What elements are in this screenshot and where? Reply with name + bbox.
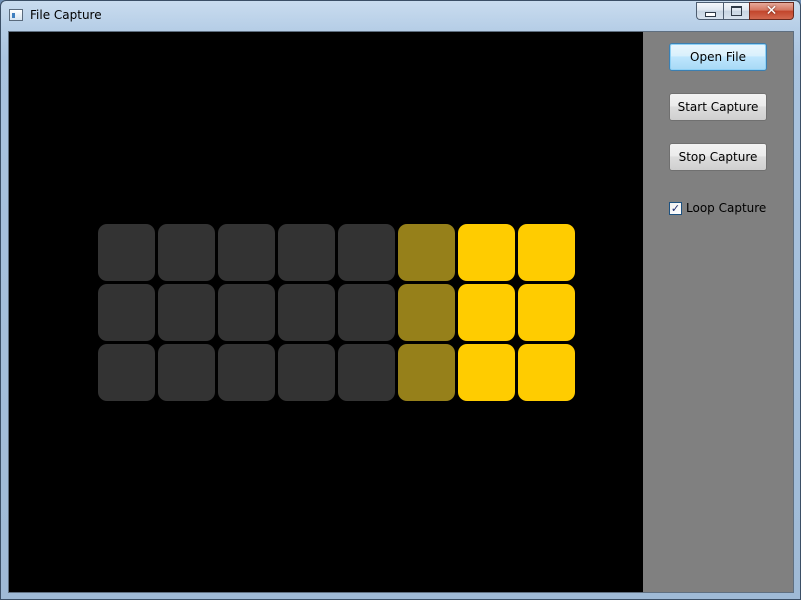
stop-capture-button[interactable]: Stop Capture bbox=[669, 143, 767, 171]
grid-cell-off bbox=[98, 344, 155, 401]
grid-cell-lit bbox=[458, 284, 515, 341]
grid-cell-off bbox=[158, 284, 215, 341]
title-bar[interactable]: File Capture ✕ bbox=[1, 1, 800, 31]
minimize-button[interactable] bbox=[696, 2, 723, 20]
grid-cell-lit bbox=[458, 344, 515, 401]
close-button[interactable]: ✕ bbox=[749, 2, 794, 20]
close-icon: ✕ bbox=[765, 3, 778, 19]
open-file-button[interactable]: Open File bbox=[669, 43, 767, 71]
app-window: File Capture ✕ Open File Start Capture S… bbox=[0, 0, 801, 600]
grid-cell-off bbox=[278, 284, 335, 341]
loop-capture-label[interactable]: Loop Capture bbox=[686, 201, 766, 215]
grid-cell-off bbox=[218, 224, 275, 281]
maximize-button[interactable] bbox=[723, 2, 749, 20]
capture-grid bbox=[98, 224, 575, 401]
grid-cell-dim bbox=[398, 284, 455, 341]
grid-cell-lit bbox=[518, 284, 575, 341]
start-capture-button[interactable]: Start Capture bbox=[669, 93, 767, 121]
client-area: Open File Start Capture Stop Capture ✓ L… bbox=[8, 31, 794, 593]
grid-cell-off bbox=[278, 344, 335, 401]
caption-buttons: ✕ bbox=[696, 2, 794, 22]
grid-cell-off bbox=[158, 344, 215, 401]
window-title: File Capture bbox=[30, 8, 102, 22]
grid-cell-lit bbox=[518, 224, 575, 281]
grid-cell-off bbox=[338, 284, 395, 341]
grid-cell-off bbox=[98, 224, 155, 281]
grid-cell-dim bbox=[398, 344, 455, 401]
app-icon[interactable] bbox=[9, 9, 23, 21]
grid-cell-lit bbox=[458, 224, 515, 281]
grid-cell-dim bbox=[398, 224, 455, 281]
grid-cell-lit bbox=[518, 344, 575, 401]
grid-cell-off bbox=[218, 284, 275, 341]
capture-display bbox=[9, 32, 643, 592]
grid-cell-off bbox=[218, 344, 275, 401]
grid-cell-off bbox=[278, 224, 335, 281]
grid-cell-off bbox=[158, 224, 215, 281]
loop-capture-checkbox[interactable]: ✓ Loop Capture bbox=[669, 201, 766, 215]
grid-cell-off bbox=[98, 284, 155, 341]
maximize-icon bbox=[731, 6, 742, 16]
grid-cell-off bbox=[338, 344, 395, 401]
grid-cell-off bbox=[338, 224, 395, 281]
checkbox-check-icon[interactable]: ✓ bbox=[669, 201, 682, 215]
minimize-icon bbox=[704, 11, 716, 17]
control-panel: Open File Start Capture Stop Capture ✓ L… bbox=[643, 32, 793, 592]
